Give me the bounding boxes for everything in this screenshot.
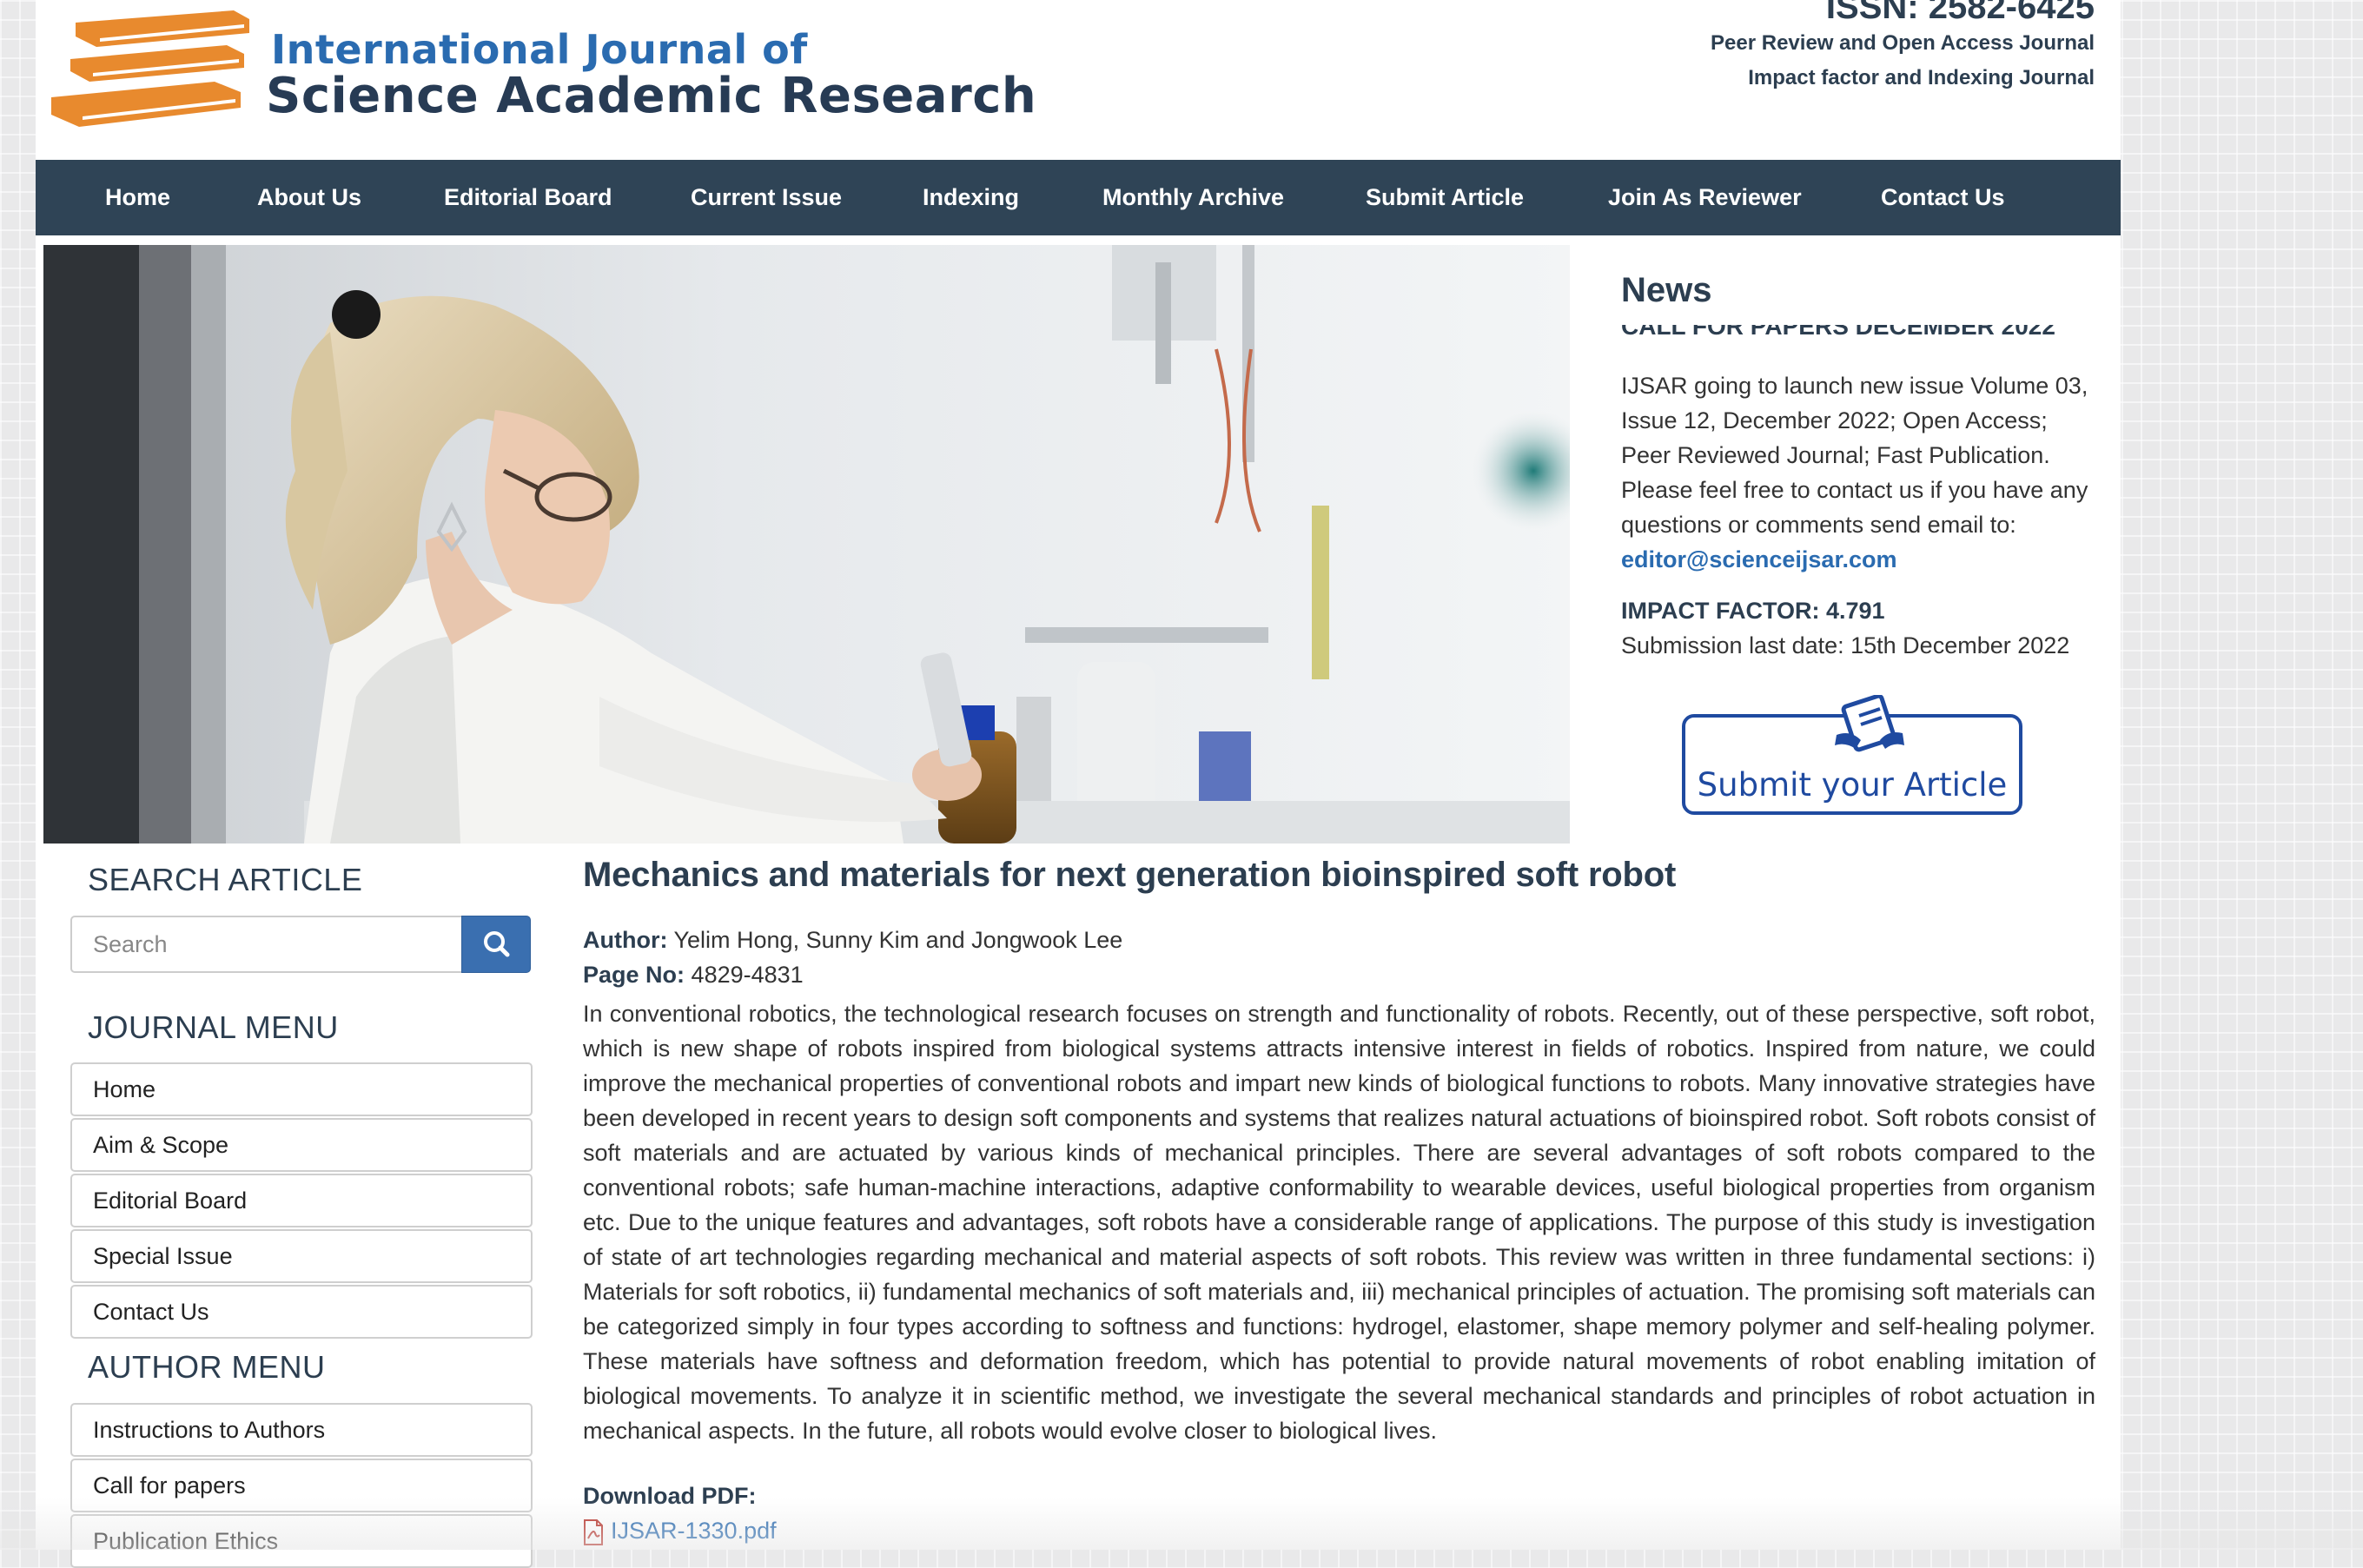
pdf-file-icon — [584, 1518, 603, 1545]
news-item-heading: CALL FOR PAPERS DECEMBER 2022 — [1621, 325, 2055, 340]
logo-title-line1: International Journal of — [271, 26, 808, 73]
pdf-download-link[interactable]: IJSAR-1330.pdf — [583, 1518, 777, 1549]
nav-home[interactable]: Home — [105, 160, 170, 235]
news-body: IJSAR going to launch new issue Volume 0… — [1621, 368, 2090, 577]
search-article-heading: SEARCH ARTICLE — [88, 862, 363, 897]
search-icon — [484, 931, 510, 957]
journal-menu-contact-us[interactable]: Contact Us — [70, 1285, 533, 1339]
download-pdf-label: Download PDF: — [583, 1483, 757, 1509]
pdf-filename: IJSAR-1330.pdf — [611, 1518, 777, 1544]
author-label: Author: — [583, 927, 668, 953]
stacked-books-icon — [51, 10, 249, 127]
nav-join-as-reviewer[interactable]: Join As Reviewer — [1608, 160, 1802, 235]
article-authors-line: Author: Yelim Hong, Sunny Kim and Jongwo… — [583, 927, 1122, 954]
news-heading: News — [1621, 271, 1712, 309]
journal-menu-home[interactable]: Home — [70, 1062, 533, 1116]
article-pages-line: Page No: 4829-4831 — [583, 962, 804, 989]
tagline-impact-factor: Impact factor and Indexing Journal — [1748, 66, 2095, 89]
nav-monthly-archive[interactable]: Monthly Archive — [1102, 160, 1284, 235]
author-menu-call-for-papers[interactable]: Call for papers — [70, 1459, 533, 1512]
submit-article-badge[interactable]: Submit your Article — [1682, 695, 2022, 815]
author-menu-instructions[interactable]: Instructions to Authors — [70, 1403, 533, 1457]
article-abstract: In conventional robotics, the technologi… — [583, 1001, 2095, 1444]
nav-about-us[interactable]: About Us — [257, 160, 361, 235]
page-container: International Journal of Science Academi… — [36, 0, 2121, 1568]
news-panel: News CALL FOR PAPERS DECEMBER 2022 IJSAR… — [1621, 271, 2108, 658]
logo-title-line2: Science Academic Research — [266, 68, 1037, 124]
page-no-label: Page No: — [583, 962, 685, 988]
nav-indexing[interactable]: Indexing — [923, 160, 1019, 235]
search-button[interactable] — [461, 916, 531, 973]
article-pages: 4829-4831 — [691, 962, 804, 988]
nav-editorial-board[interactable]: Editorial Board — [444, 160, 612, 235]
article-title: Mechanics and materials for next generat… — [583, 856, 1677, 894]
submit-document-icon — [1835, 695, 1904, 752]
nav-current-issue[interactable]: Current Issue — [691, 160, 842, 235]
nav-submit-article[interactable]: Submit Article — [1366, 160, 1524, 235]
issn-label: ISSN: 2582-6425 — [1825, 0, 2095, 26]
journal-menu-editorial-board[interactable]: Editorial Board — [70, 1174, 533, 1227]
submit-badge-label: Submit your Article — [1697, 766, 2008, 804]
impact-factor-label: IMPACT FACTOR: 4.791 — [1621, 598, 1885, 624]
nav-contact-us[interactable]: Contact Us — [1881, 160, 2005, 235]
submission-last-date: Submission last date: 15th December 2022 — [1621, 632, 2070, 658]
news-scrolling-heading: CALL FOR PAPERS DECEMBER 2022 — [1621, 325, 2090, 344]
journal-menu-special-issue[interactable]: Special Issue — [70, 1229, 533, 1283]
author-menu-publication-ethics[interactable]: Publication Ethics — [70, 1514, 533, 1568]
tagline-peer-review: Peer Review and Open Access Journal — [1711, 31, 2095, 55]
news-body-text: IJSAR going to launch new issue Volume 0… — [1621, 373, 2088, 538]
journal-menu-aim-scope[interactable]: Aim & Scope — [70, 1118, 533, 1172]
author-menu-heading: AUTHOR MENU — [88, 1349, 326, 1385]
news-email-link[interactable]: editor@scienceijsar.com — [1621, 546, 1896, 572]
main-navbar: Home About Us Editorial Board Current Is… — [36, 160, 2121, 235]
lab-scientist-illustration — [43, 245, 1570, 844]
journal-logo[interactable]: International Journal of Science Academi… — [44, 7, 1036, 146]
article-authors: Yelim Hong, Sunny Kim and Jongwook Lee — [673, 927, 1123, 953]
hero-lab-photo — [43, 245, 1570, 844]
article-content: Mechanics and materials for next generat… — [583, 856, 2095, 1545]
journal-menu-heading: JOURNAL MENU — [88, 1009, 339, 1045]
search-input[interactable] — [70, 916, 463, 973]
